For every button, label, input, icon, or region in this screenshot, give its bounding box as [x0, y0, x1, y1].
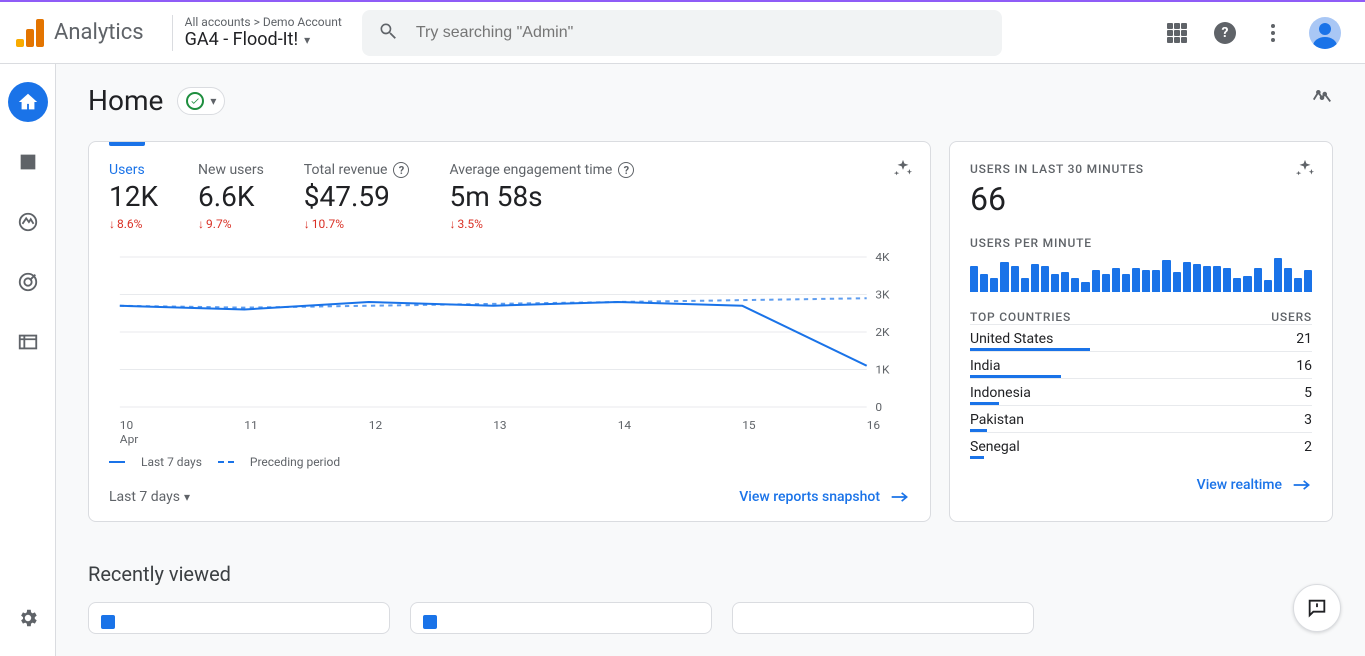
nav-reports[interactable]	[8, 142, 48, 182]
chevron-down-icon: ▾	[210, 94, 216, 108]
svg-text:1K: 1K	[875, 363, 890, 376]
analytics-brand[interactable]: Analytics	[16, 19, 160, 47]
country-row: Senegal2	[970, 432, 1312, 459]
nav-explore[interactable]	[8, 202, 48, 242]
users-per-minute-label: USERS PER MINUTE	[970, 236, 1312, 250]
users-per-minute-chart	[970, 256, 1312, 292]
report-icon	[423, 615, 437, 629]
page-title: Home	[88, 84, 163, 117]
date-range-dropdown[interactable]: Last 7 days ▾	[109, 489, 190, 505]
realtime-label: USERS IN LAST 30 MINUTES	[970, 162, 1312, 176]
chevron-down-icon: ▾	[184, 490, 190, 504]
nav-configure[interactable]	[8, 322, 48, 362]
svg-text:14: 14	[618, 418, 632, 431]
view-realtime-link[interactable]: View realtime	[1197, 477, 1312, 493]
arrow-down-icon: ↓	[449, 217, 455, 231]
property-name: GA4 - Flood-It!	[185, 29, 298, 50]
svg-text:13: 13	[493, 418, 506, 431]
realtime-value: 66	[970, 180, 1312, 218]
svg-text:16: 16	[867, 418, 880, 431]
chevron-down-icon: ▾	[304, 33, 310, 47]
svg-text:10: 10	[120, 418, 133, 431]
metric-avg-engagement[interactable]: Average engagement time? 5m 58s ↓3.5%	[449, 162, 634, 231]
product-title: Analytics	[54, 20, 144, 45]
nav-advertising[interactable]	[8, 262, 48, 302]
vertical-divider	[172, 15, 173, 51]
recent-card[interactable]	[88, 602, 390, 634]
sparkle-icon[interactable]	[1294, 158, 1316, 184]
avatar[interactable]	[1309, 17, 1341, 49]
breadcrumb: All accounts > Demo Account	[185, 15, 342, 29]
search-input[interactable]	[414, 23, 986, 43]
users-trend-chart: 0 1K 2K 3K 4K 10 11 12 13 14 15 16 Apr	[109, 247, 910, 447]
country-row: United States21	[970, 324, 1312, 351]
apps-icon[interactable]	[1165, 21, 1189, 45]
help-icon[interactable]: ?	[1213, 21, 1237, 45]
country-row: India16	[970, 351, 1312, 378]
metric-users[interactable]: Users 12K ↓8.6%	[109, 162, 158, 231]
chart-legend: Last 7 days Preceding period	[109, 455, 910, 469]
check-icon	[186, 92, 204, 110]
info-icon[interactable]: ?	[618, 162, 634, 178]
sparkle-icon[interactable]	[892, 158, 914, 184]
realtime-card: USERS IN LAST 30 MINUTES 66 USERS PER MI…	[949, 141, 1333, 522]
svg-text:0: 0	[875, 400, 882, 413]
search-icon	[378, 21, 398, 45]
analytics-logo-icon	[16, 19, 44, 47]
svg-text:3K: 3K	[875, 288, 890, 301]
top-countries-header: TOP COUNTRIES	[970, 310, 1071, 324]
svg-text:Apr: Apr	[120, 432, 139, 445]
top-countries-table: United States21India16Indonesia5Pakistan…	[970, 324, 1312, 459]
more-vert-icon[interactable]	[1261, 21, 1285, 45]
country-row: Pakistan3	[970, 405, 1312, 432]
search-field[interactable]	[362, 10, 1002, 56]
property-selector[interactable]: All accounts > Demo Account GA4 - Flood-…	[185, 15, 342, 50]
view-reports-link[interactable]: View reports snapshot	[739, 489, 910, 505]
country-row: Indonesia5	[970, 378, 1312, 405]
svg-text:2K: 2K	[875, 325, 890, 338]
arrow-down-icon: ↓	[304, 217, 310, 231]
recent-card[interactable]	[410, 602, 712, 634]
arrow-down-icon: ↓	[109, 217, 115, 231]
recently-viewed-title: Recently viewed	[88, 562, 1333, 586]
recent-card[interactable]	[732, 602, 1034, 634]
svg-text:15: 15	[742, 418, 755, 431]
info-icon[interactable]: ?	[393, 162, 409, 178]
metric-new-users[interactable]: New users 6.6K ↓9.7%	[198, 162, 264, 231]
nav-admin[interactable]	[8, 598, 48, 638]
svg-text:11: 11	[244, 418, 257, 431]
insights-icon[interactable]	[1311, 84, 1333, 110]
svg-text:4K: 4K	[875, 250, 890, 263]
feedback-button[interactable]	[1293, 584, 1341, 632]
arrow-down-icon: ↓	[198, 217, 204, 231]
users-header: USERS	[1271, 310, 1312, 324]
status-dropdown[interactable]: ▾	[177, 87, 225, 115]
metric-total-revenue[interactable]: Total revenue? $47.59 ↓10.7%	[304, 162, 410, 231]
svg-text:12: 12	[369, 418, 383, 431]
overview-card: Users 12K ↓8.6% New users 6.6K ↓9.7% Tot…	[88, 141, 931, 522]
nav-home[interactable]	[8, 82, 48, 122]
report-icon	[101, 615, 115, 629]
